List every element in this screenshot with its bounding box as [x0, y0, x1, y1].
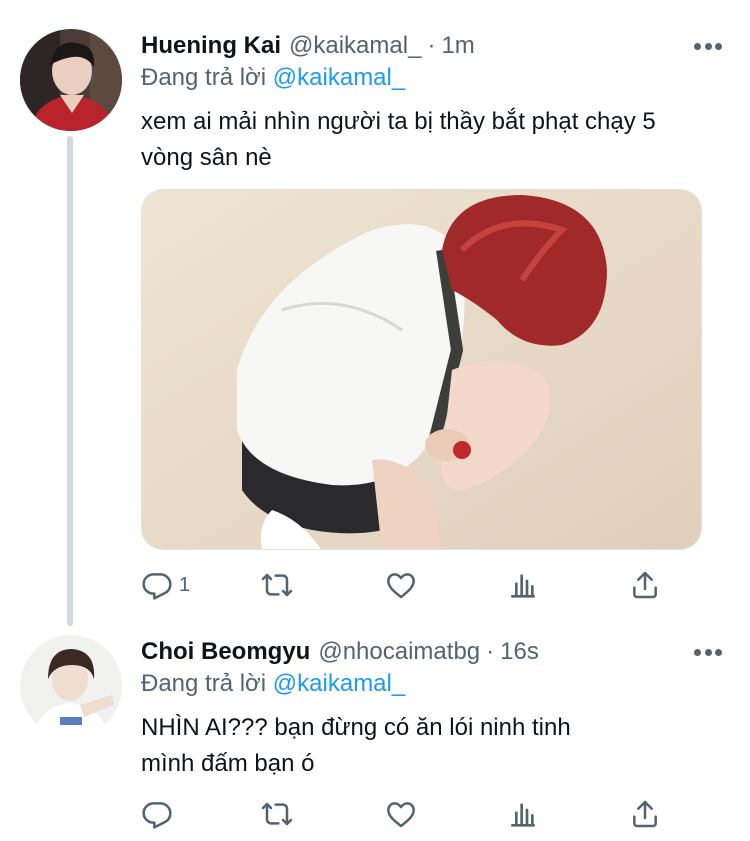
tweet-text: NHÌN AI??? bạn đừng có ăn lói ninh tinh …: [141, 710, 721, 782]
retweet-icon: [261, 802, 293, 826]
tweet-actions: [141, 794, 671, 834]
like-button[interactable]: [385, 565, 417, 605]
more-icon[interactable]: [694, 642, 722, 662]
like-button[interactable]: [385, 794, 417, 834]
more-icon[interactable]: [694, 36, 722, 56]
analytics-button[interactable]: [507, 794, 539, 834]
share-button[interactable]: [629, 794, 661, 834]
reply-button[interactable]: 1: [141, 565, 190, 605]
tweet-actions: 1: [141, 565, 671, 605]
author-name[interactable]: Huening Kai: [141, 32, 281, 60]
reply-button[interactable]: [141, 794, 179, 834]
tweet-text-line: vòng sân nè: [141, 144, 272, 171]
share-icon: [633, 571, 657, 599]
retweet-icon: [261, 573, 293, 597]
avatar[interactable]: [20, 635, 122, 737]
timestamp[interactable]: 1m: [441, 32, 474, 60]
share-button[interactable]: [629, 565, 661, 605]
reply-icon: [142, 802, 172, 829]
tweet-text: xem ai mải nhìn người ta bị thầy bắt phạ…: [141, 104, 721, 176]
replying-to: Đang trả lời @kaikamal_: [141, 670, 405, 698]
retweet-button[interactable]: [261, 794, 293, 834]
retweet-button[interactable]: [261, 565, 293, 605]
timestamp[interactable]: 16s: [500, 638, 539, 666]
mention-link[interactable]: @kaikamal_: [273, 64, 405, 91]
separator: ·: [486, 638, 495, 665]
author-handle[interactable]: @nhocaimatbg: [318, 638, 480, 666]
separator: ·: [427, 32, 436, 59]
replying-prefix: Đang trả lời: [141, 670, 267, 697]
share-icon: [633, 800, 657, 828]
analytics-button[interactable]: [507, 565, 539, 605]
tweet-text-line: xem ai mải nhìn người ta bị thầy bắt phạ…: [141, 108, 656, 135]
tweet-text-line: mình đấm bạn ó: [141, 750, 315, 777]
replying-to: Đang trả lời @kaikamal_: [141, 64, 405, 92]
analytics-icon: [511, 574, 535, 598]
avatar[interactable]: [20, 29, 122, 131]
author-handle[interactable]: @kaikamal_: [289, 32, 421, 60]
reply-icon: [142, 573, 172, 600]
heart-icon: [387, 573, 415, 599]
heart-icon: [387, 802, 415, 828]
author-name[interactable]: Choi Beomgyu: [141, 638, 310, 666]
analytics-icon: [511, 803, 535, 827]
tweet-text-line: NHÌN AI??? bạn đừng có ăn lói ninh tinh: [141, 714, 571, 741]
mention-link[interactable]: @kaikamal_: [273, 670, 405, 697]
reply-count: 1: [179, 573, 191, 596]
thread-line: [67, 136, 73, 626]
tweet-photo[interactable]: [141, 189, 702, 550]
replying-prefix: Đang trả lời: [141, 64, 267, 91]
